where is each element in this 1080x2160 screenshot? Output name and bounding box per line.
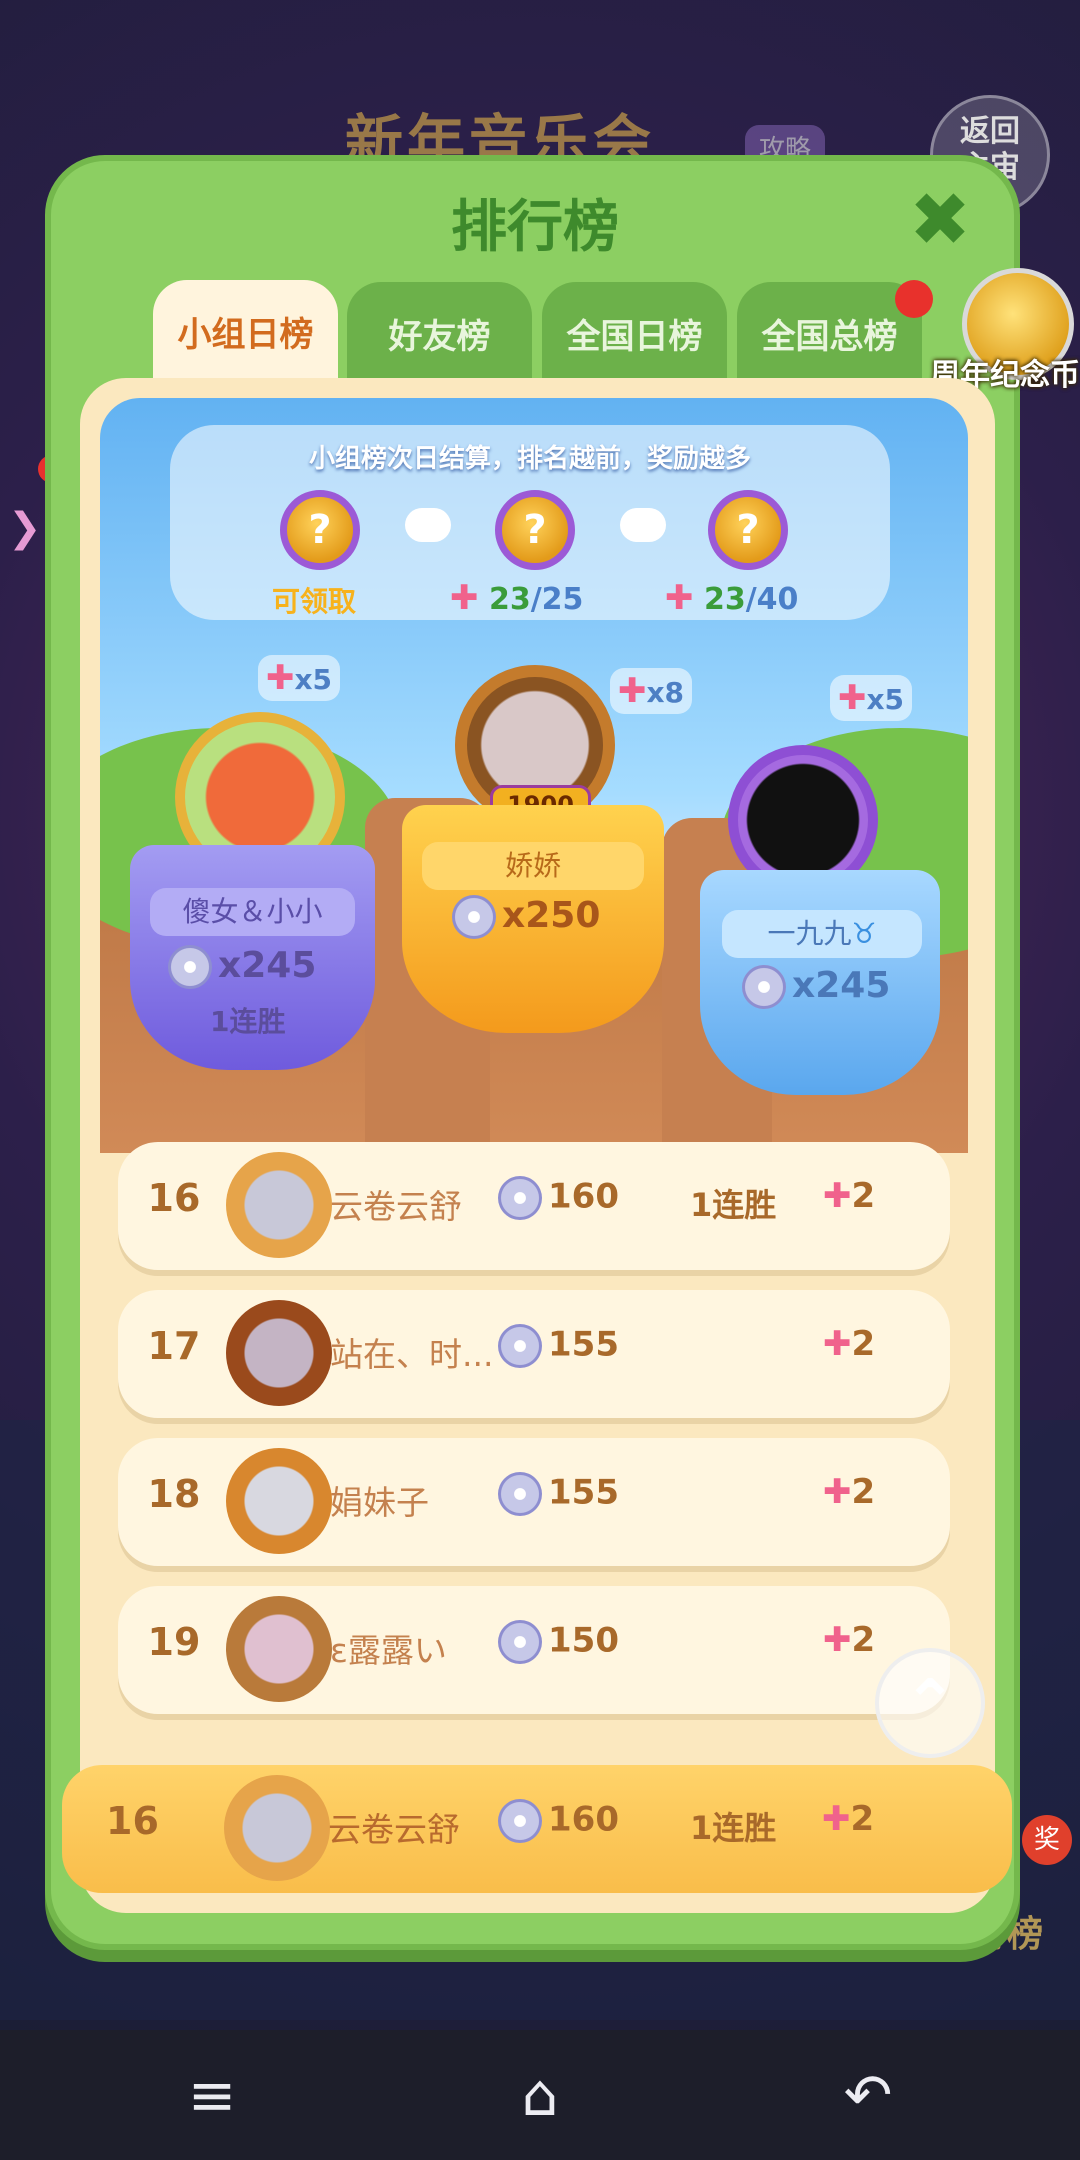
- podium-streak: 1连胜: [210, 1005, 286, 1038]
- puzzle-piece-icon: ✚: [450, 578, 479, 618]
- puzzle-piece-icon: ✚: [823, 1324, 852, 1364]
- reward-mystery-icon[interactable]: ?: [280, 490, 360, 570]
- back-icon[interactable]: ↶: [828, 2060, 908, 2130]
- score: 160: [498, 1176, 619, 1220]
- podium-score: x245: [168, 945, 316, 989]
- player-name: 云卷云舒: [330, 1187, 462, 1226]
- tab-notification-dot: [895, 280, 933, 318]
- table-row[interactable]: 18 娟妹子 155 ✚2: [118, 1438, 950, 1566]
- podium-name: 娇娇: [422, 842, 644, 890]
- home-icon[interactable]: ⌂: [500, 2060, 580, 2130]
- pieces: ✚2: [823, 1620, 876, 1660]
- reward-progress: ✚ 23/40: [665, 578, 799, 618]
- chevron-up-icon[interactable]: ⌃: [875, 1648, 985, 1758]
- reward-mystery-icon[interactable]: ?: [708, 490, 788, 570]
- arrow-icon: [620, 508, 666, 542]
- disc-icon: [452, 895, 496, 939]
- rank-number: 17: [147, 1324, 201, 1368]
- puzzle-piece-icon: ✚: [665, 578, 694, 618]
- pieces: ✚2: [823, 1472, 876, 1512]
- system-nav-bar: ≡ ⌂ ↶: [0, 2030, 1080, 2160]
- prize-badge: 奖: [1022, 1815, 1072, 1865]
- rank-number: 18: [147, 1472, 201, 1516]
- disc-icon: [498, 1176, 542, 1220]
- win-streak: 1连胜: [690, 1809, 777, 1847]
- reward-info-text: 小组榜次日结算，排名越前，奖励越多: [308, 444, 751, 474]
- puzzle-piece-icon: ✚: [823, 1472, 852, 1512]
- podium-name: 一九九♉: [722, 910, 922, 958]
- podium-score: x245: [742, 965, 890, 1009]
- pieces-badge: ✚x8: [610, 668, 693, 714]
- close-icon[interactable]: ✖: [905, 183, 975, 257]
- avatar[interactable]: [226, 1596, 332, 1702]
- disc-icon: [168, 945, 212, 989]
- puzzle-piece-icon: ✚: [838, 678, 867, 718]
- disc-icon: [742, 965, 786, 1009]
- tab-friends[interactable]: 好友榜: [347, 282, 532, 382]
- score: 150: [498, 1620, 619, 1664]
- rank-number: 16: [106, 1799, 159, 1843]
- reward-mystery-icon[interactable]: ?: [495, 490, 575, 570]
- podium-score: x250: [452, 895, 600, 939]
- pieces: ✚2: [822, 1799, 875, 1839]
- player-name: 娟妹子: [330, 1483, 429, 1522]
- player-name: 云卷云舒: [328, 1810, 460, 1849]
- rank-number: 19: [147, 1620, 201, 1664]
- reward-progress: ✚ 23/25: [450, 578, 584, 618]
- disc-icon: [498, 1472, 542, 1516]
- pieces-badge: ✚x5: [258, 655, 341, 701]
- puzzle-piece-icon: ✚: [823, 1176, 852, 1216]
- puzzle-piece-icon: ✚: [266, 658, 295, 698]
- win-streak: 1连胜: [690, 1186, 777, 1224]
- table-row[interactable]: 16 云卷云舒 160 1连胜 ✚2: [118, 1142, 950, 1270]
- disc-icon: [498, 1324, 542, 1368]
- disc-icon: [498, 1799, 542, 1843]
- avatar[interactable]: [226, 1448, 332, 1554]
- puzzle-piece-icon: ✚: [618, 671, 647, 711]
- score: 155: [498, 1472, 619, 1516]
- player-name: ε露露い: [330, 1631, 447, 1670]
- arrow-icon: [405, 508, 451, 542]
- puzzle-piece-icon: ✚: [822, 1799, 851, 1839]
- avatar[interactable]: [224, 1775, 330, 1881]
- tab-national-daily[interactable]: 全国日榜: [542, 282, 727, 382]
- menu-icon[interactable]: ≡: [172, 2060, 252, 2130]
- side-arrow-icon[interactable]: ❯: [8, 505, 42, 551]
- table-row[interactable]: 17 站在、时... 155 ✚2: [118, 1290, 950, 1418]
- pieces-badge: ✚x5: [830, 675, 913, 721]
- puzzle-piece-icon: ✚: [823, 1620, 852, 1660]
- table-row[interactable]: 19 ε露露い 150 ✚2: [118, 1586, 950, 1714]
- pieces: ✚2: [823, 1176, 876, 1216]
- tab-group-daily[interactable]: 小组日榜: [153, 280, 338, 390]
- my-rank-row[interactable]: 16 云卷云舒 160 1连胜 ✚2: [62, 1765, 1012, 1893]
- pieces: ✚2: [823, 1324, 876, 1364]
- podium-name: 傻女＆小小: [150, 888, 355, 936]
- claimable-label[interactable]: 可领取: [272, 580, 356, 620]
- rank-number: 16: [147, 1176, 201, 1220]
- score: 160: [498, 1799, 619, 1843]
- disc-icon: [498, 1620, 542, 1664]
- avatar[interactable]: [226, 1300, 332, 1406]
- score: 155: [498, 1324, 619, 1368]
- player-name: 站在、时...: [330, 1335, 494, 1374]
- avatar[interactable]: [226, 1152, 332, 1258]
